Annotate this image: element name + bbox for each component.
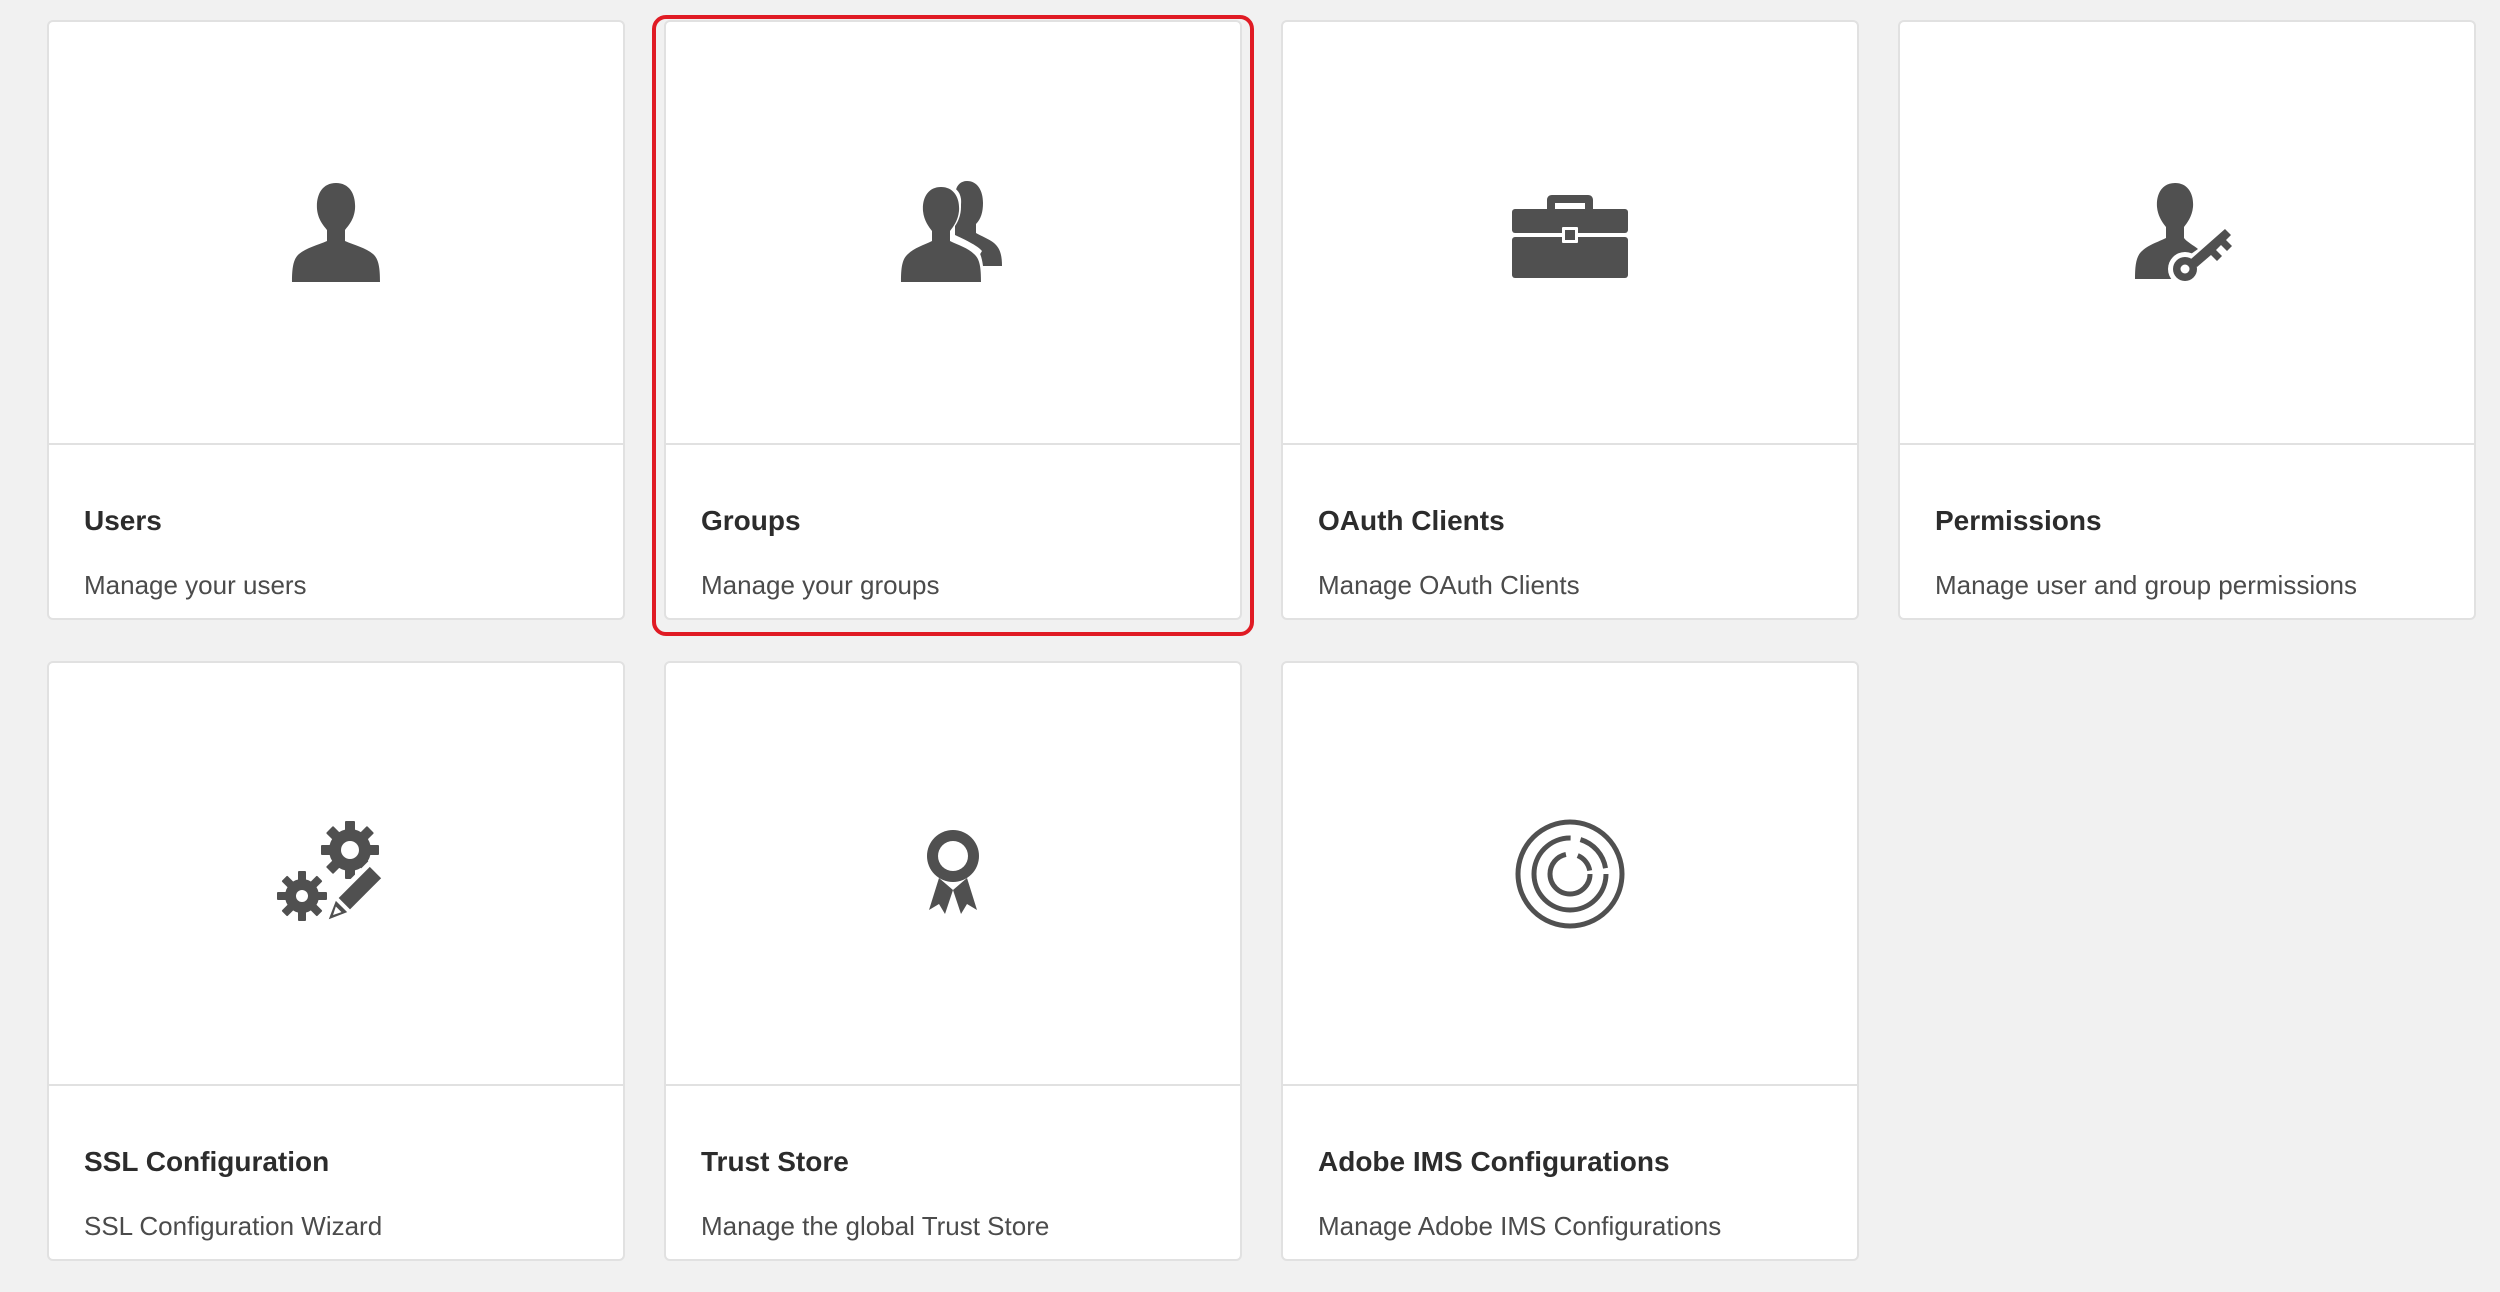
card-description: SSL Configuration Wizard	[84, 1211, 383, 1241]
card-title: Adobe IMS Configurations	[1318, 1146, 1670, 1177]
card-permissions[interactable]: Permissions Manage user and group permis…	[1898, 20, 2476, 620]
ims-rings-icon	[1515, 819, 1625, 928]
card-description: Manage OAuth Clients	[1318, 570, 1580, 600]
card-title: OAuth Clients	[1318, 505, 1505, 536]
groups-icon	[901, 180, 1002, 289]
user-key-icon	[2135, 182, 2232, 286]
card-thumbnail	[1283, 663, 1857, 1086]
card-description: Manage the global Trust Store	[701, 1211, 1050, 1241]
card-thumbnail	[1900, 22, 2474, 445]
card-ssl-configuration[interactable]: SSL Configuration SSL Configuration Wiza…	[47, 661, 625, 1261]
toolbox-icon	[1512, 194, 1628, 278]
card-users[interactable]: Users Manage your users	[47, 20, 625, 620]
card-title: Trust Store	[701, 1146, 849, 1177]
card-title: SSL Configuration	[84, 1146, 330, 1177]
award-ribbon-icon	[927, 829, 979, 914]
card-title: Users	[84, 505, 162, 536]
card-title: Permissions	[1935, 505, 2102, 536]
card-description: Manage your users	[84, 570, 307, 600]
card-title: Groups	[701, 505, 801, 536]
card-thumbnail	[666, 663, 1240, 1086]
card-thumbnail	[49, 22, 623, 445]
card-description: Manage Adobe IMS Configurations	[1318, 1211, 1722, 1241]
user-icon	[292, 182, 380, 282]
card-thumbnail	[1283, 22, 1857, 445]
card-trust-store[interactable]: Trust Store Manage the global Trust Stor…	[664, 661, 1242, 1261]
card-adobe-ims-configurations[interactable]: Adobe IMS Configurations Manage Adobe IM…	[1281, 661, 1859, 1261]
card-thumbnail	[49, 663, 623, 1086]
card-description: Manage user and group permissions	[1935, 570, 2358, 600]
card-description: Manage your groups	[701, 570, 940, 600]
card-oauth-clients[interactable]: OAuth Clients Manage OAuth Clients	[1281, 20, 1859, 620]
card-groups[interactable]: Groups Manage your groups	[664, 20, 1242, 620]
gears-pencil-icon	[277, 820, 388, 924]
card-thumbnail	[666, 22, 1240, 445]
